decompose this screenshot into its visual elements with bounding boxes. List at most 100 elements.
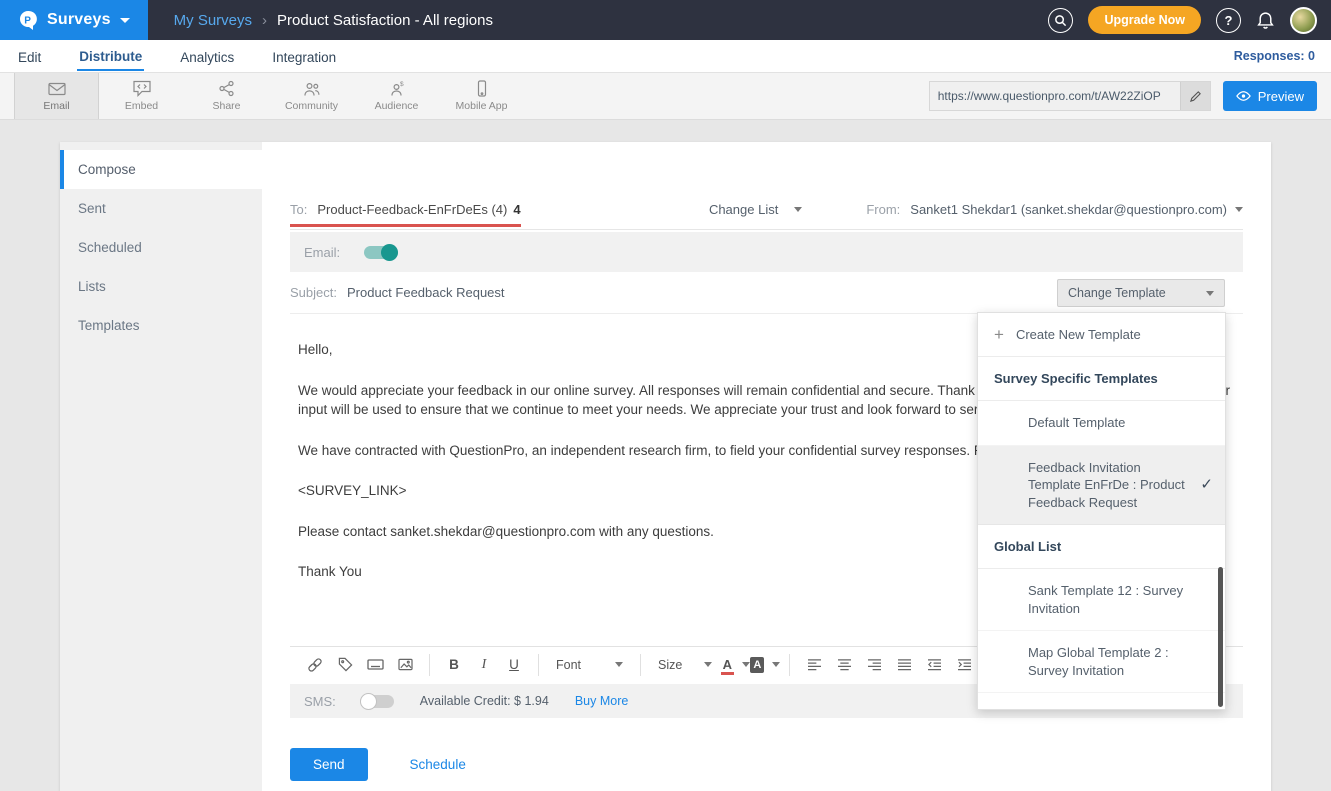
- channel-community[interactable]: Community: [269, 73, 354, 119]
- subject-row: Subject: Product Feedback Request Change…: [290, 272, 1243, 314]
- template-item-feedback-invitation[interactable]: Feedback Invitation Template EnFrDe : Pr…: [978, 446, 1225, 526]
- channel-label: Community: [285, 100, 338, 112]
- bold-button[interactable]: B: [439, 652, 469, 678]
- channel-audience[interactable]: $ Audience: [354, 73, 439, 119]
- insert-link-icon[interactable]: [300, 652, 330, 678]
- upgrade-now-button[interactable]: Upgrade Now: [1088, 6, 1201, 34]
- change-template-button[interactable]: Change Template: [1057, 279, 1225, 307]
- text-color-button[interactable]: A: [720, 652, 750, 678]
- mobile-app-icon: [474, 80, 490, 97]
- send-button[interactable]: Send: [290, 748, 368, 781]
- tab-distribute[interactable]: Distribute: [77, 42, 144, 71]
- channel-label: Embed: [125, 100, 158, 112]
- help-icon[interactable]: ?: [1216, 8, 1241, 33]
- keyboard-icon[interactable]: [360, 652, 390, 678]
- responses-count[interactable]: Responses: 0: [1234, 49, 1315, 63]
- channel-share[interactable]: Share: [184, 73, 269, 119]
- channel-embed[interactable]: Embed: [99, 73, 184, 119]
- from-sender: Sanket1 Shekdar1 (sanket.shekdar@questio…: [910, 202, 1227, 217]
- create-new-template-item[interactable]: + Create New Template: [978, 313, 1225, 357]
- schedule-link[interactable]: Schedule: [410, 757, 466, 772]
- sms-label: SMS:: [304, 694, 336, 709]
- align-justify-icon[interactable]: [889, 652, 919, 678]
- to-label: To:: [290, 202, 307, 217]
- breadcrumb-separator: ›: [262, 12, 267, 29]
- from-dropdown[interactable]: From: Sanket1 Shekdar1 (sanket.shekdar@q…: [866, 202, 1243, 217]
- tab-edit[interactable]: Edit: [16, 43, 43, 70]
- align-left-icon[interactable]: [799, 652, 829, 678]
- plus-icon: +: [994, 330, 1004, 340]
- breadcrumb-my-surveys[interactable]: My Surveys: [174, 12, 252, 29]
- font-family-dropdown[interactable]: Font: [548, 658, 631, 672]
- recipient-row: To: Product-Feedback-EnFrDeEs (4) 4 Chan…: [290, 190, 1243, 230]
- chevron-down-icon: [1235, 207, 1243, 212]
- insert-image-icon[interactable]: [390, 652, 420, 678]
- align-center-icon[interactable]: [829, 652, 859, 678]
- chevron-down-icon: [120, 18, 130, 23]
- search-icon[interactable]: [1048, 8, 1073, 33]
- check-icon: ✓: [1200, 475, 1213, 495]
- global-list-header: Global List: [978, 525, 1225, 569]
- align-right-icon[interactable]: [859, 652, 889, 678]
- survey-url[interactable]: https://www.questionpro.com/t/AW22ZiOP: [930, 89, 1180, 103]
- edit-url-button[interactable]: [1180, 81, 1210, 111]
- toolbar-separator: [538, 654, 539, 676]
- underline-button[interactable]: U: [499, 652, 529, 678]
- template-item-test-global-test-g[interactable]: Test Global Test G : Test RAA G: [978, 693, 1225, 710]
- italic-button[interactable]: I: [469, 652, 499, 678]
- outdent-icon[interactable]: [919, 652, 949, 678]
- channel-label: Mobile App: [456, 100, 508, 112]
- email-toggle-row: Email:: [290, 232, 1243, 272]
- sidebar-item-lists[interactable]: Lists: [60, 267, 262, 306]
- compose-actions: Send Schedule: [290, 748, 1243, 781]
- to-field[interactable]: To: Product-Feedback-EnFrDeEs (4) 4: [290, 190, 521, 230]
- chevron-down-icon: [615, 662, 623, 667]
- svg-text:$: $: [400, 81, 404, 88]
- font-label: Font: [556, 658, 581, 672]
- surveys-product-menu[interactable]: P Surveys: [0, 0, 148, 40]
- template-item-default[interactable]: Default Template: [978, 401, 1225, 446]
- preview-button[interactable]: Preview: [1223, 81, 1317, 111]
- sidebar-item-templates[interactable]: Templates: [60, 306, 262, 345]
- notifications-bell-icon[interactable]: [1256, 11, 1275, 30]
- email-icon: [48, 81, 66, 97]
- channel-bar-right: https://www.questionpro.com/t/AW22ZiOP P…: [929, 73, 1331, 119]
- font-size-dropdown[interactable]: Size: [650, 658, 720, 672]
- toggle-knob: [360, 693, 377, 710]
- user-avatar[interactable]: [1290, 7, 1317, 34]
- change-list-dropdown[interactable]: Change List: [709, 202, 802, 217]
- topbar-actions: Upgrade Now ?: [1048, 6, 1331, 34]
- survey-specific-templates-header: Survey Specific Templates: [978, 357, 1225, 401]
- channel-mobile-app[interactable]: Mobile App: [439, 73, 524, 119]
- chevron-down-icon: [704, 662, 712, 667]
- toolbar-separator: [789, 654, 790, 676]
- available-credit: Available Credit: $ 1.94: [420, 694, 549, 708]
- change-template-dropdown-menu: + Create New Template Survey Specific Te…: [977, 312, 1226, 710]
- audience-icon: $: [388, 81, 406, 97]
- chevron-down-icon: [772, 662, 780, 667]
- sidebar-item-scheduled[interactable]: Scheduled: [60, 228, 262, 267]
- change-template-label: Change Template: [1068, 286, 1166, 300]
- buy-more-link[interactable]: Buy More: [575, 694, 629, 708]
- tag-icon[interactable]: [330, 652, 360, 678]
- background-color-button[interactable]: A: [750, 652, 780, 678]
- to-recipient-count: 4: [513, 202, 520, 217]
- subject-label: Subject:: [290, 285, 337, 300]
- tab-integration[interactable]: Integration: [270, 43, 338, 70]
- email-toggle[interactable]: [364, 246, 398, 259]
- chevron-down-icon: [794, 207, 802, 212]
- template-item-sank-template-12[interactable]: Sank Template 12 : Survey Invitation: [978, 569, 1225, 631]
- sidebar-item-compose[interactable]: Compose: [60, 150, 262, 189]
- subject-input[interactable]: Product Feedback Request: [347, 285, 505, 300]
- dropdown-scrollbar[interactable]: [1218, 567, 1223, 707]
- product-menu-label: Surveys: [47, 11, 111, 29]
- svg-text:P: P: [24, 16, 31, 27]
- tab-analytics[interactable]: Analytics: [178, 43, 236, 70]
- breadcrumb: My Surveys › Product Satisfaction - All …: [174, 12, 493, 29]
- sms-toggle[interactable]: [360, 695, 394, 708]
- template-item-map-global-template-2[interactable]: Map Global Template 2 : Survey Invitatio…: [978, 631, 1225, 693]
- survey-url-box: https://www.questionpro.com/t/AW22ZiOP: [929, 81, 1211, 111]
- sidebar-item-sent[interactable]: Sent: [60, 189, 262, 228]
- indent-icon[interactable]: [949, 652, 979, 678]
- channel-email[interactable]: Email: [14, 73, 99, 119]
